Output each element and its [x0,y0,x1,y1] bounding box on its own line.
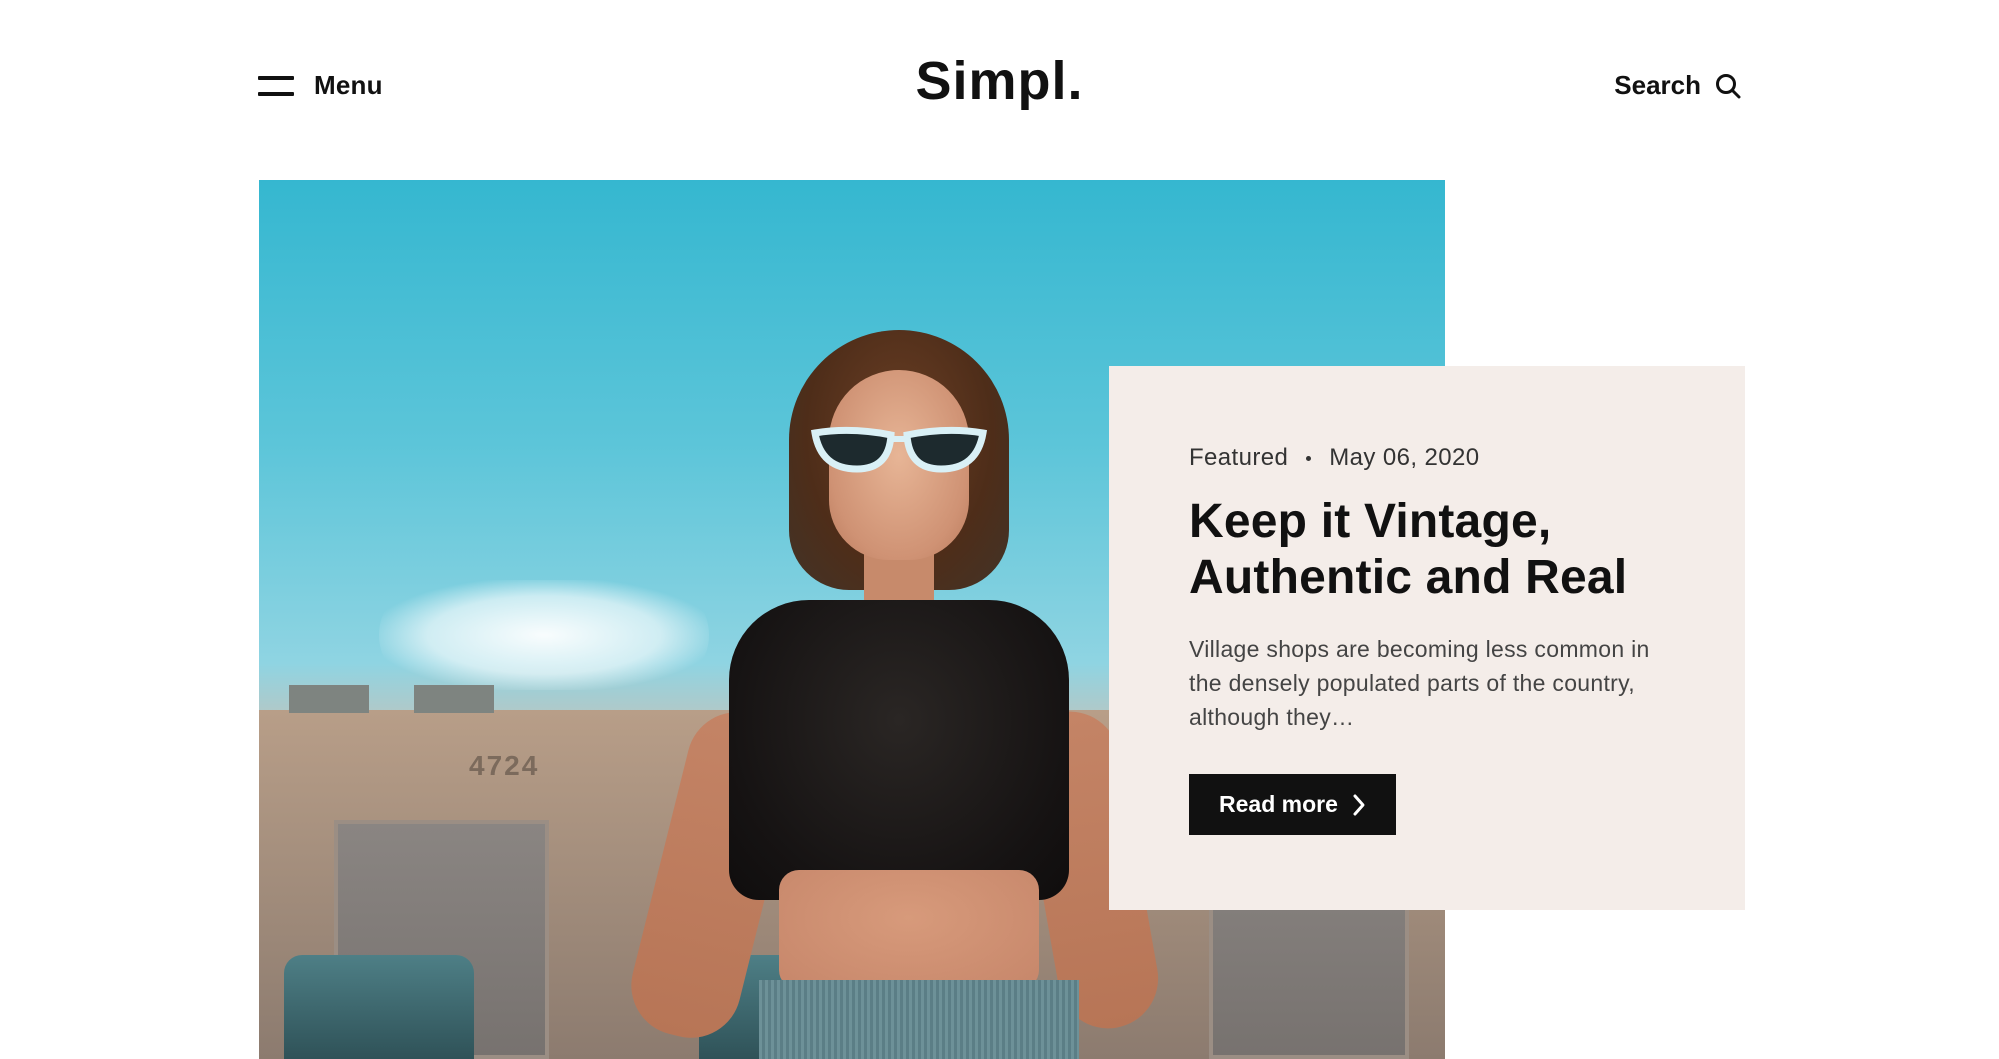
car-shape [284,955,474,1059]
meta-separator [1306,455,1312,461]
read-more-label: Read more [1219,791,1338,817]
chevron-right-icon [1352,793,1366,817]
featured-post-card: Featured May 06, 2020 Keep it Vintage, A… [1109,366,1745,910]
site-header: Menu Simpl. Search [0,0,1999,175]
post-excerpt: Village shops are becoming less common i… [1189,636,1650,730]
post-category[interactable]: Featured [1189,444,1288,472]
post-date: May 06, 2020 [1329,444,1480,471]
roof-unit-shape [289,685,369,713]
post-meta: Featured May 06, 2020 [1189,444,1665,472]
model-figure [620,330,1167,1059]
roof-unit-shape [414,685,494,713]
search-button[interactable]: Search [1614,70,1741,101]
search-label: Search [1614,70,1701,100]
sunglasses-shape [811,426,987,473]
read-more-button[interactable]: Read more [1189,774,1396,835]
building-sign: 4724 [469,750,540,781]
search-icon [1715,73,1741,99]
post-title[interactable]: Keep it Vintage, Authentic and Real [1189,494,1665,606]
